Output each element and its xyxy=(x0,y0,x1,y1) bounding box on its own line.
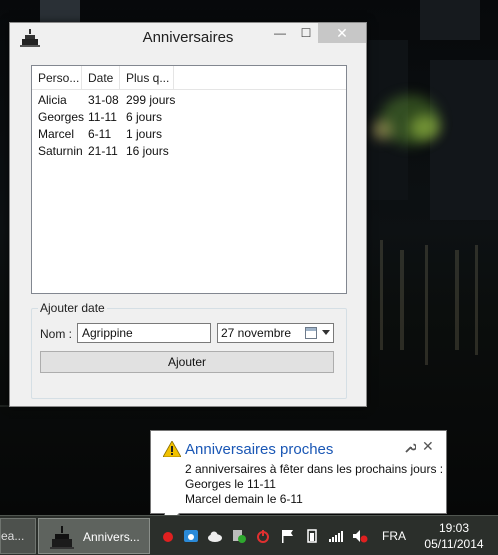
list-item[interactable]: Saturnin 21-11 16 jours xyxy=(32,143,346,160)
battery-icon[interactable] xyxy=(305,529,321,543)
taskbar: ea... Annivers... FRA 19:03 05/11/2014 xyxy=(0,515,498,555)
notification-line: Georges le 11-11 xyxy=(185,477,276,491)
notification-title: Anniversaires proches xyxy=(185,441,334,458)
cell-remaining: 1 jours xyxy=(126,127,163,141)
clock-time: 19:03 xyxy=(438,521,470,535)
calendar-icon[interactable] xyxy=(305,327,317,339)
wrench-icon[interactable] xyxy=(404,442,416,454)
cloud-icon[interactable] xyxy=(207,529,223,543)
flag-icon[interactable] xyxy=(280,529,296,543)
add-date-group: Ajouter date Nom : Agrippine 27 novembre… xyxy=(31,301,347,399)
minimize-button[interactable]: — xyxy=(266,23,294,43)
cell-person: Saturnin xyxy=(38,144,83,158)
notification-close-button[interactable]: ✕ xyxy=(422,438,434,455)
cell-remaining: 6 jours xyxy=(126,110,163,124)
notification-line: Marcel demain le 6-11 xyxy=(185,492,303,506)
name-label: Nom : xyxy=(40,327,73,341)
notification-line: 2 anniversaires à fêter dans les prochai… xyxy=(185,462,444,476)
taskbar-item-label: Annivers... xyxy=(83,530,140,544)
volume-muted-icon[interactable] xyxy=(352,529,368,543)
name-input[interactable]: Agrippine xyxy=(77,323,211,343)
column-header-remaining[interactable]: Plus q... xyxy=(120,66,174,90)
cell-remaining: 16 jours xyxy=(126,144,169,158)
chevron-down-icon[interactable] xyxy=(322,330,330,335)
cell-date: 6-11 xyxy=(88,127,112,141)
clock[interactable]: 19:03 05/11/2014 xyxy=(418,520,490,552)
cell-date: 21-11 xyxy=(88,144,118,158)
power-icon[interactable] xyxy=(255,529,271,543)
list-item[interactable]: Alicia 31-08 299 jours xyxy=(32,92,346,109)
title-bar[interactable]: Anniversaires — ☐ ✕ xyxy=(10,23,366,53)
cake-icon xyxy=(50,526,74,549)
column-header-date[interactable]: Date xyxy=(82,66,120,90)
cell-person: Marcel xyxy=(38,127,75,141)
signal-icon[interactable] xyxy=(328,529,344,543)
language-indicator[interactable]: FRA xyxy=(382,529,406,543)
date-value: 27 novembre xyxy=(221,326,292,340)
taskbar-item-anniversaires[interactable]: Annivers... xyxy=(38,518,150,554)
list-rows: Alicia 31-08 299 jours Georges 11-11 6 j… xyxy=(32,92,346,160)
list-header: Perso... Date Plus q... xyxy=(32,66,346,90)
maximize-button[interactable]: ☐ xyxy=(292,23,320,43)
birthday-list[interactable]: Perso... Date Plus q... Alicia 31-08 299… xyxy=(31,65,347,294)
taskbar-item-prev[interactable]: ea... xyxy=(0,518,36,554)
warning-icon xyxy=(163,441,181,457)
notification-body: 2 anniversaires à fêter dans les prochai… xyxy=(185,462,443,507)
security-check-icon[interactable] xyxy=(231,529,247,543)
cell-date: 11-11 xyxy=(88,110,117,124)
cell-remaining: 299 jours xyxy=(126,93,176,107)
group-label: Ajouter date xyxy=(38,301,107,315)
taskbar-item-label: ea... xyxy=(1,529,25,543)
clock-date: 05/11/2014 xyxy=(424,537,484,551)
list-item[interactable]: Georges 11-11 6 jours xyxy=(32,109,346,126)
list-item[interactable]: Marcel 6-11 1 jours xyxy=(32,126,346,143)
main-window: Anniversaires — ☐ ✕ Perso... Date Plus q… xyxy=(9,22,367,407)
date-picker[interactable]: 27 novembre xyxy=(217,323,334,343)
cell-date: 31-08 xyxy=(88,93,119,107)
cell-person: Georges xyxy=(38,110,85,124)
column-header-person[interactable]: Perso... xyxy=(32,66,82,90)
close-button[interactable]: ✕ xyxy=(318,23,366,43)
cell-person: Alicia xyxy=(38,93,67,107)
add-button[interactable]: Ajouter xyxy=(40,351,334,373)
notification-balloon[interactable]: Anniversaires proches ✕ 2 anniversaires … xyxy=(150,430,447,514)
red-dot-tray-icon[interactable] xyxy=(160,529,176,543)
cloud-sync-tray-icon[interactable] xyxy=(183,529,199,543)
